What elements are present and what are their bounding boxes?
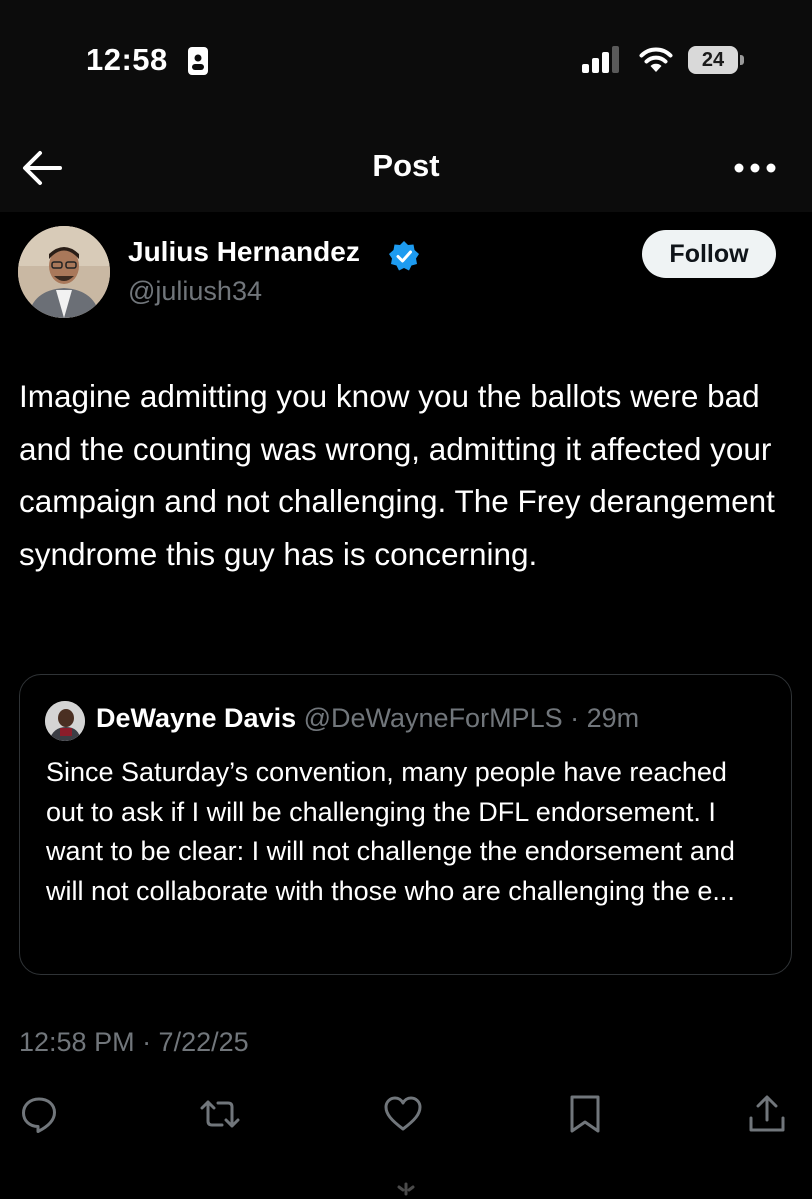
battery-level: 24	[701, 49, 725, 71]
status-time: 12:58	[86, 42, 168, 77]
avatar-photo	[18, 226, 110, 318]
reply-icon[interactable]	[19, 1094, 59, 1134]
verified-badge-icon	[389, 241, 419, 271]
follow-button[interactable]: Follow	[642, 230, 776, 278]
share-icon[interactable]	[747, 1094, 787, 1134]
author-avatar[interactable]	[18, 226, 110, 318]
post-detail-screen: 12:58 24 Post Julius Hernandez @juliush3…	[0, 0, 812, 1199]
post-timestamp: 12:58 PM · 7/22/25	[19, 1027, 249, 1057]
author-handle[interactable]: @juliush34	[128, 276, 262, 307]
like-icon[interactable]	[383, 1094, 423, 1134]
wifi-icon	[639, 47, 673, 72]
quoted-author-handle: @DeWayneForMPLS	[303, 703, 563, 733]
quoted-author-name: DeWayne Davis	[96, 703, 297, 733]
bookmark-icon[interactable]	[565, 1094, 605, 1134]
author-name[interactable]: Julius Hernandez	[128, 236, 360, 268]
loading-spinner-icon	[397, 1182, 415, 1196]
status-bar: 12:58 24	[0, 0, 812, 120]
quoted-author-avatar	[45, 701, 85, 741]
top-navigation-bar: Post	[0, 120, 812, 212]
repost-icon[interactable]	[200, 1094, 240, 1134]
page-title: Post	[372, 148, 440, 183]
id-badge-icon	[188, 47, 208, 75]
quoted-post-card[interactable]: DeWayne Davis @DeWayneForMPLS · 29m Sinc…	[19, 674, 792, 975]
quoted-avatar-photo	[45, 701, 85, 741]
battery-icon: 24	[688, 46, 746, 74]
post-text: Imagine admitting you know you the ballo…	[19, 378, 775, 572]
quoted-post-time: · 29m	[570, 703, 640, 733]
cellular-signal-icon	[582, 46, 619, 73]
quoted-post-text: Since Saturday’s convention, many people…	[46, 757, 735, 906]
quoted-post-header: DeWayne Davis @DeWayneForMPLS · 29m	[96, 703, 639, 734]
more-horizontal-icon[interactable]	[730, 150, 780, 186]
